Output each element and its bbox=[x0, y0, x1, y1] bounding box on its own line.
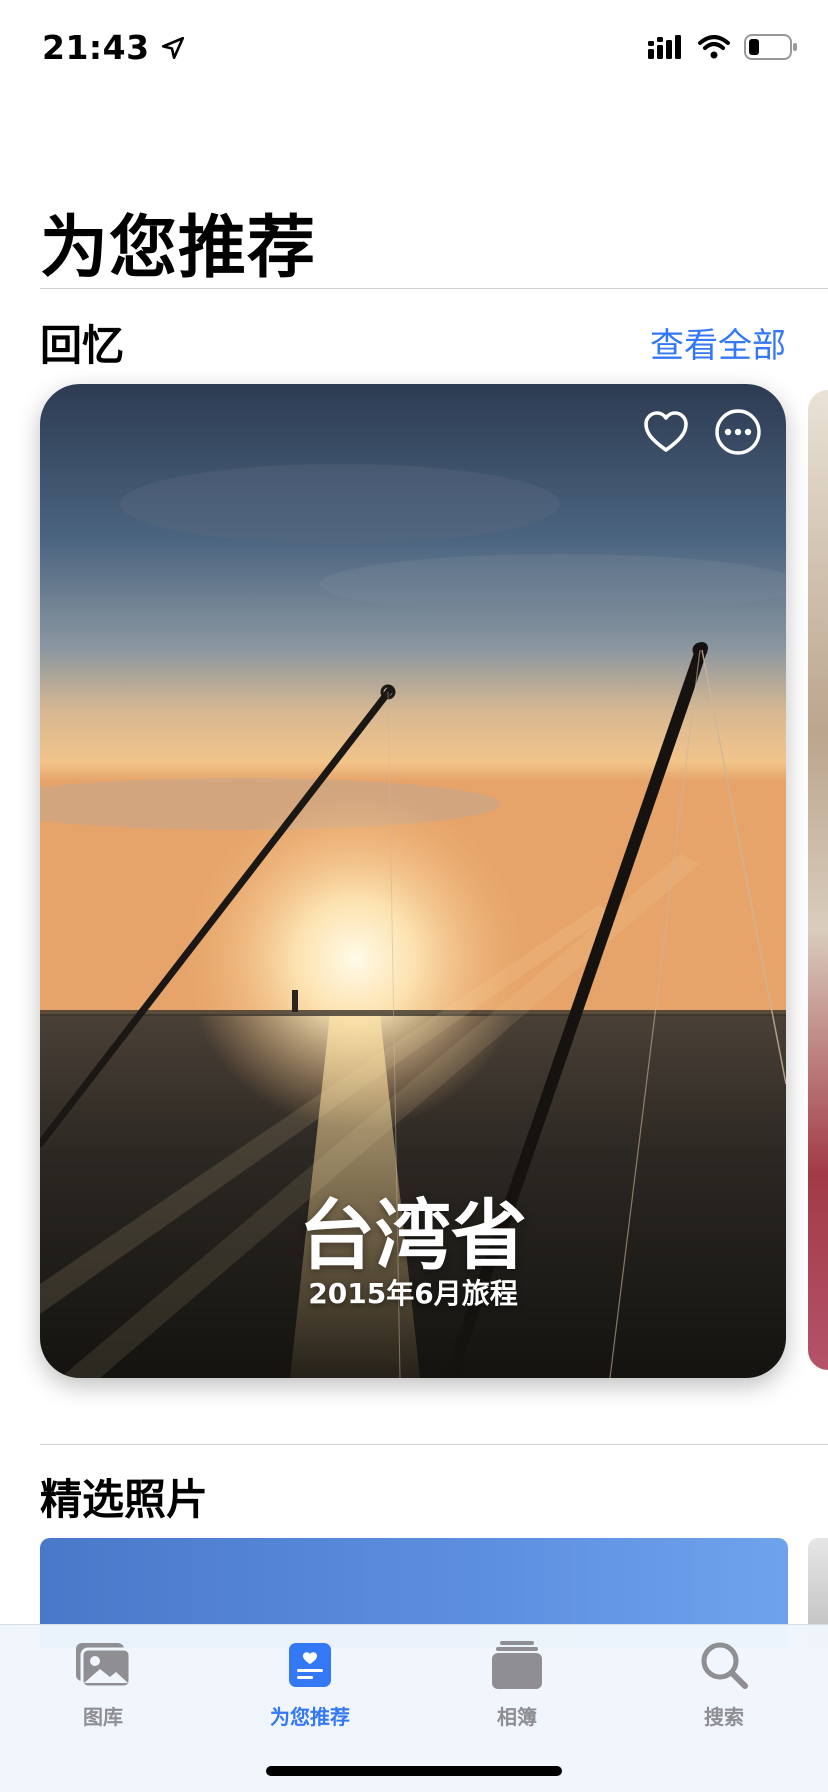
section-divider bbox=[40, 1444, 828, 1445]
location-arrow-icon bbox=[161, 36, 184, 59]
tab-library[interactable]: 图库 bbox=[23, 1639, 183, 1730]
featured-section-title: 精选照片 bbox=[40, 1475, 209, 1524]
status-bar: 21:43 bbox=[0, 0, 828, 100]
tab-albums[interactable]: 相簿 bbox=[437, 1639, 597, 1730]
next-memory-card[interactable] bbox=[808, 390, 828, 1370]
battery-icon bbox=[744, 34, 797, 60]
see-all-button[interactable]: 查看全部 bbox=[650, 318, 786, 367]
tab-label-library: 图库 bbox=[83, 1705, 123, 1729]
tab-search[interactable]: 搜索 bbox=[644, 1639, 804, 1730]
tab-label-search: 搜索 bbox=[704, 1705, 744, 1729]
tab-label-albums: 相簿 bbox=[497, 1705, 537, 1729]
title-divider bbox=[40, 288, 828, 289]
memory-title: 台湾省 bbox=[299, 1191, 527, 1280]
memory-card[interactable]: 台湾省 2015年6月旅程 bbox=[40, 384, 786, 1378]
tab-for-you[interactable]: 为您推荐 bbox=[230, 1639, 390, 1730]
memories-section-title: 回忆 bbox=[40, 321, 125, 370]
status-time: 21:43 bbox=[42, 28, 186, 67]
memory-subtitle: 2015年6月旅程 bbox=[308, 1277, 518, 1310]
card-actions bbox=[642, 408, 762, 456]
more-options-icon[interactable] bbox=[714, 408, 762, 456]
search-icon bbox=[701, 1642, 748, 1689]
clock: 21:43 bbox=[42, 28, 150, 67]
page-title: 为您推荐 bbox=[40, 209, 317, 288]
albums-icon bbox=[492, 1641, 542, 1689]
home-indicator[interactable] bbox=[266, 1766, 562, 1776]
status-indicators bbox=[648, 34, 798, 60]
photo-library-icon bbox=[76, 1643, 132, 1689]
for-you-icon bbox=[289, 1643, 331, 1687]
heart-icon[interactable] bbox=[642, 408, 690, 456]
tab-label-for-you: 为您推荐 bbox=[270, 1705, 350, 1729]
cellular-signal-icon bbox=[648, 35, 681, 59]
wifi-icon bbox=[698, 35, 730, 59]
